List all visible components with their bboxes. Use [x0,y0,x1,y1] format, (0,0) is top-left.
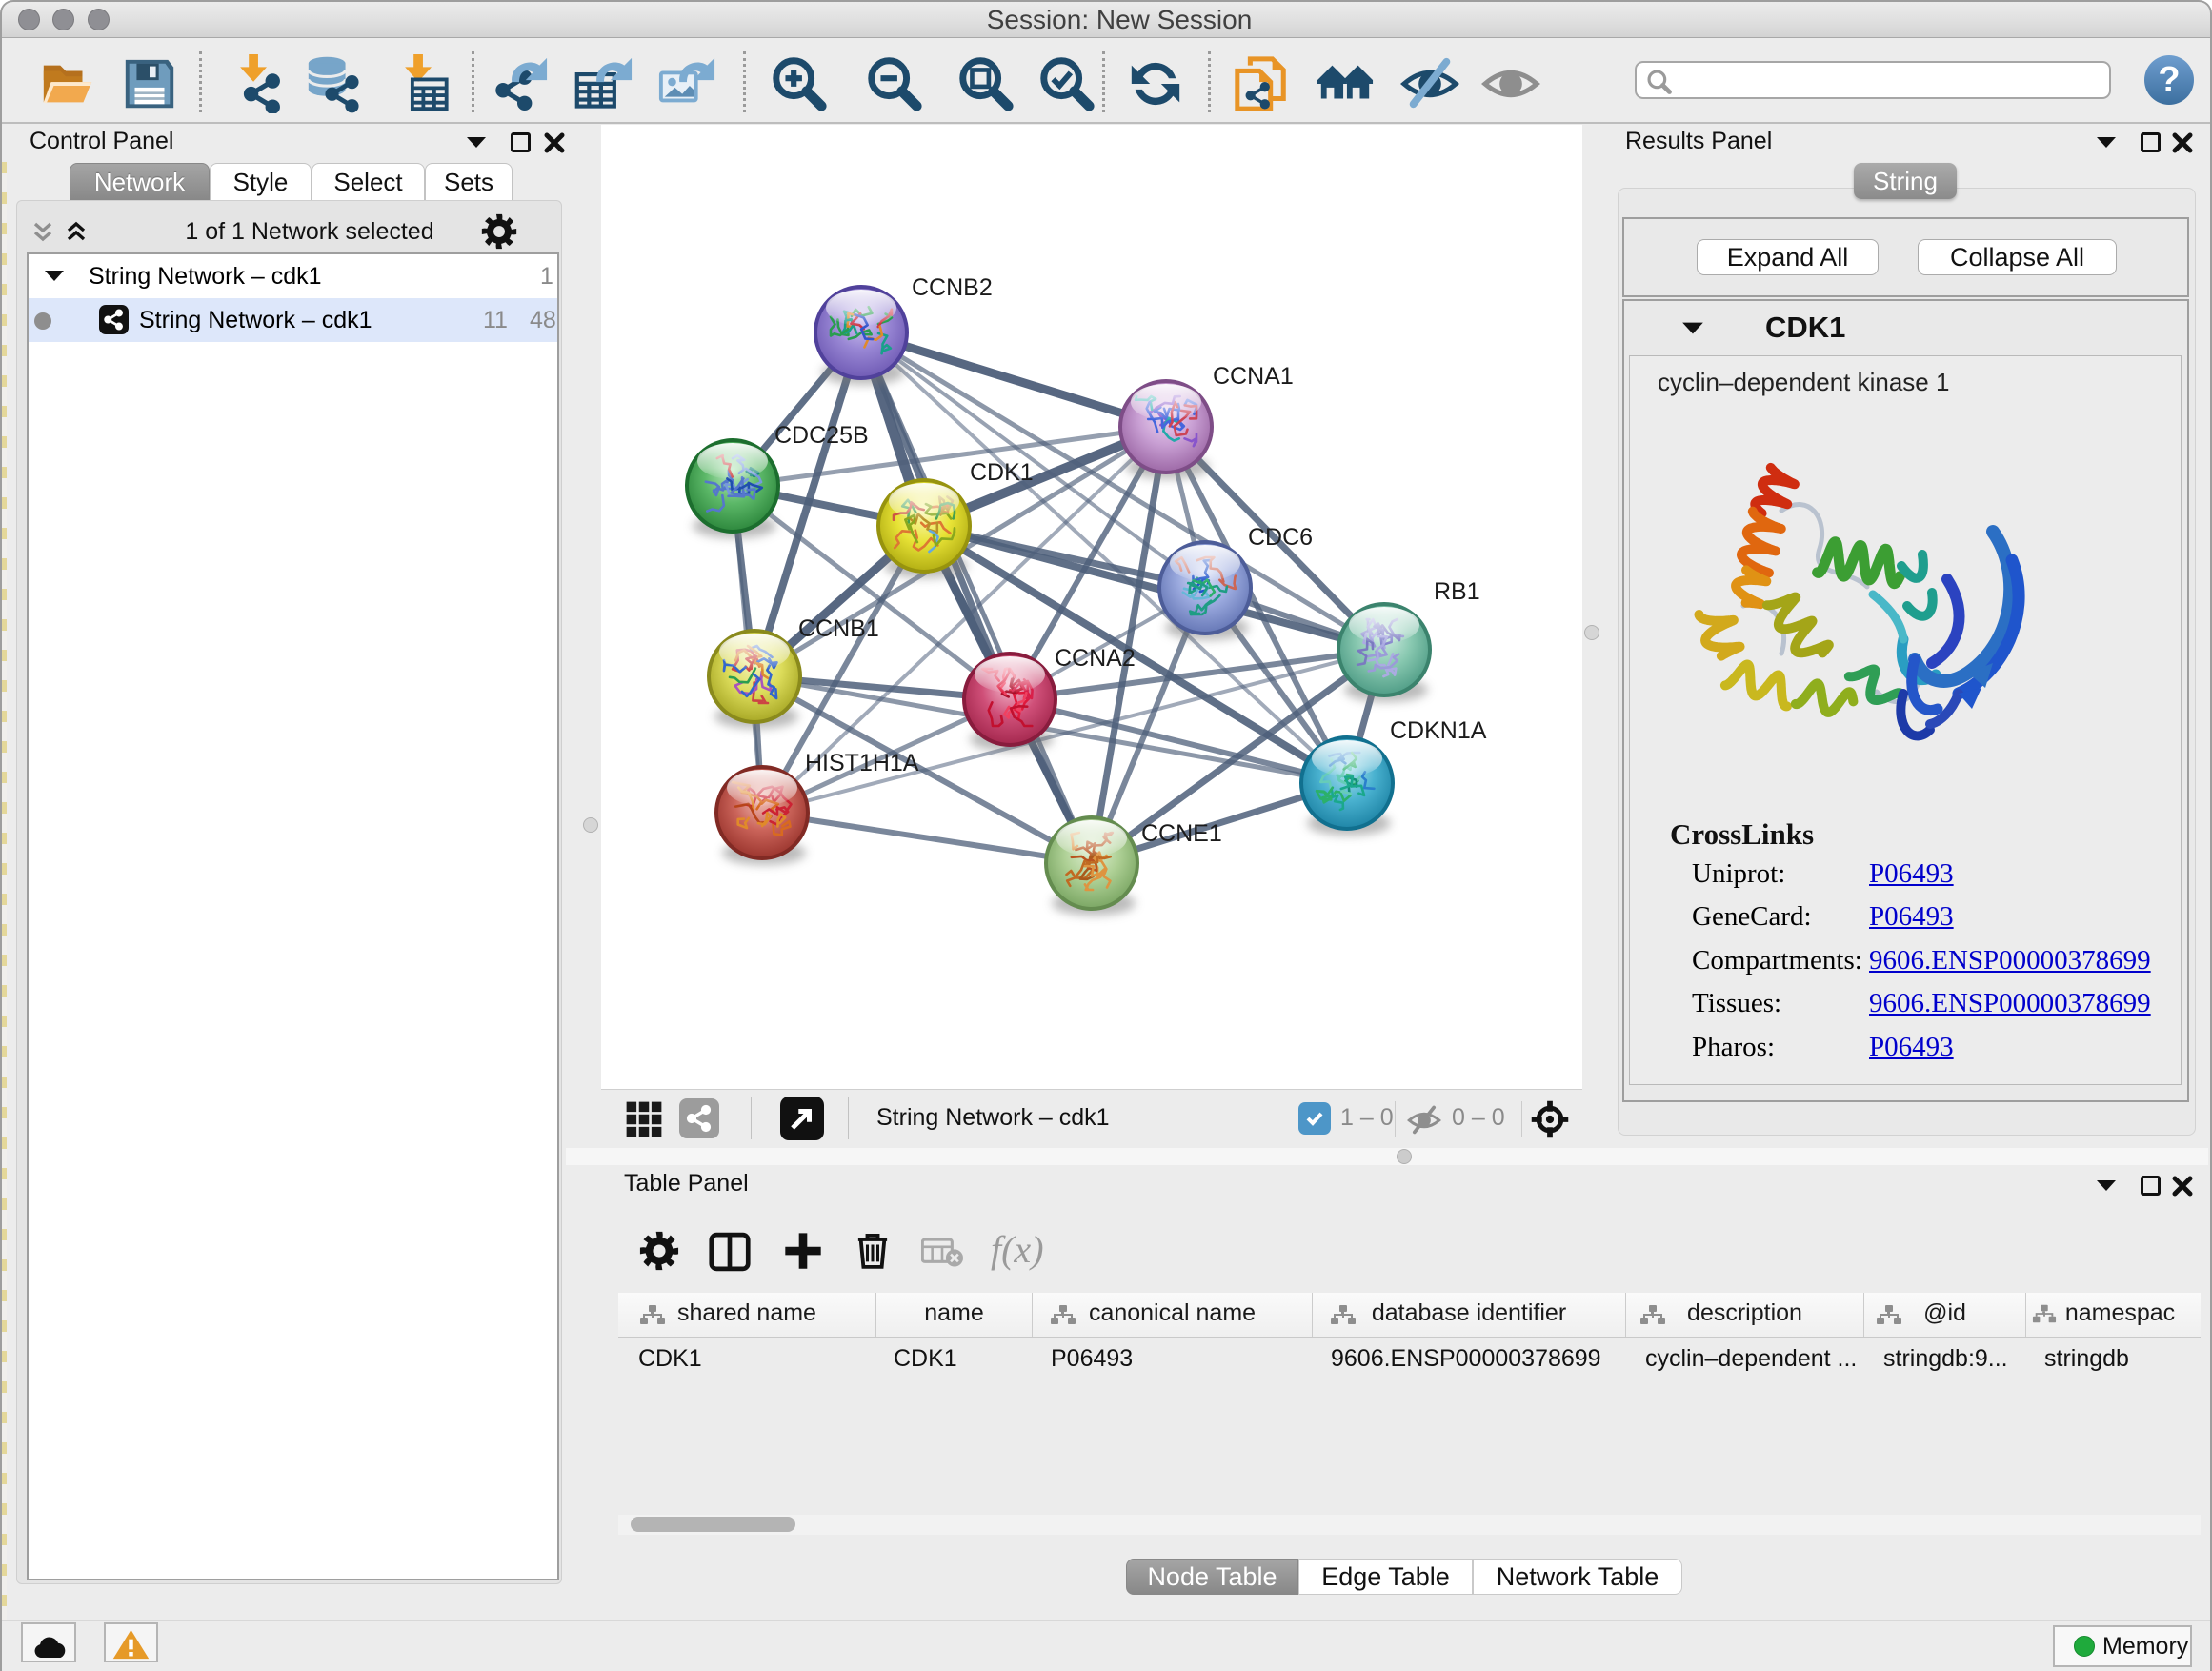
svg-text:CCNB1: CCNB1 [798,615,879,642]
svg-text:CCNA2: CCNA2 [1055,645,1136,672]
svg-text:CDC25B: CDC25B [774,422,869,449]
svg-text:CCNB2: CCNB2 [912,274,993,301]
svg-text:CDC6: CDC6 [1248,524,1313,551]
svg-text:CCNE1: CCNE1 [1141,820,1222,847]
svg-text:CCNA1: CCNA1 [1213,363,1294,390]
svg-text:HIST1H1A: HIST1H1A [805,750,919,776]
svg-text:CDK1: CDK1 [970,459,1034,486]
svg-text:CDKN1A: CDKN1A [1390,717,1487,744]
svg-text:RB1: RB1 [1434,578,1480,605]
